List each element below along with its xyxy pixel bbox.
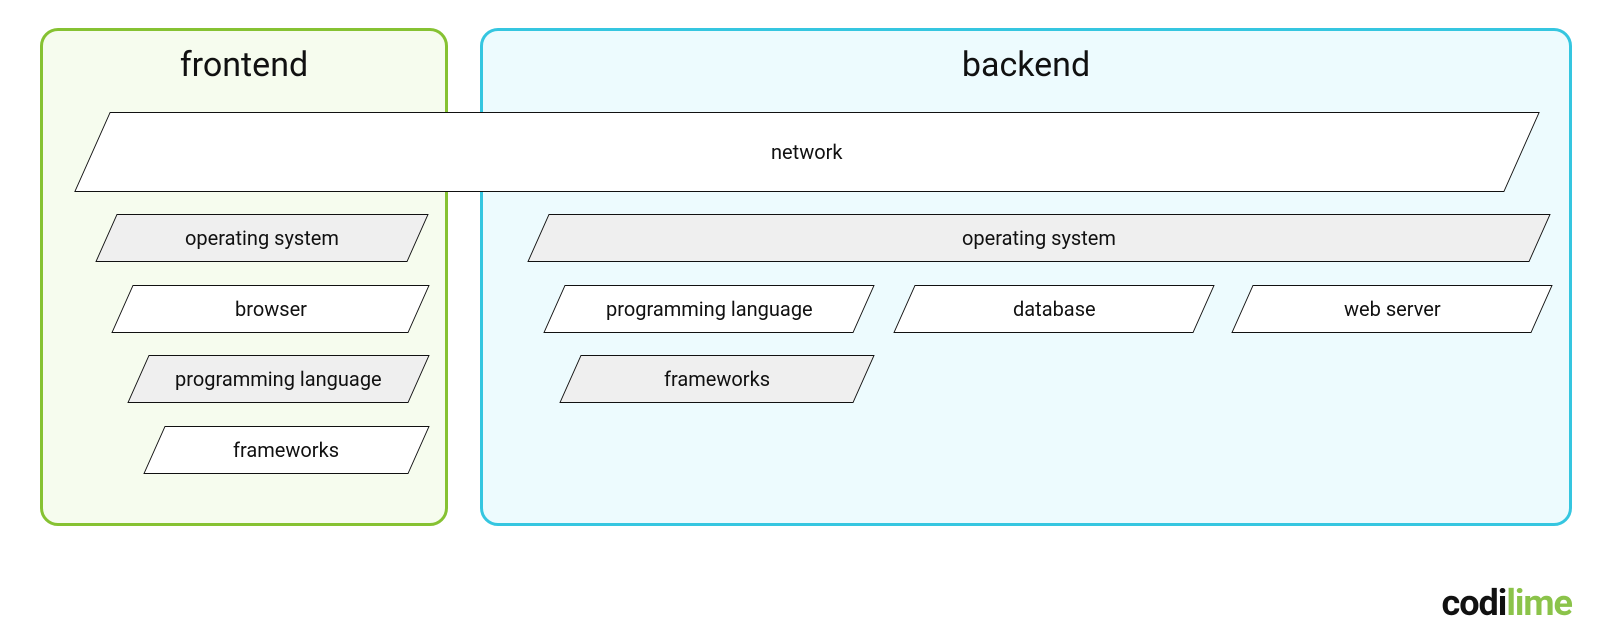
frontend-browser-layer: browser: [111, 285, 429, 333]
backend-os-layer: operating system: [527, 214, 1550, 262]
backend-web-label: web server: [1344, 297, 1441, 321]
backend-title: backend: [483, 45, 1569, 85]
frontend-os-label: operating system: [185, 226, 339, 250]
backend-db-label: database: [1013, 297, 1096, 321]
network-label: network: [771, 140, 843, 164]
codilime-logo: codilime: [1441, 582, 1572, 624]
frontend-os-layer: operating system: [95, 214, 428, 262]
backend-lang-label: programming language: [606, 297, 813, 321]
frontend-browser-label: browser: [235, 297, 307, 321]
frontend-fw-label: frameworks: [233, 438, 339, 462]
backend-fw-label: frameworks: [664, 367, 770, 391]
backend-panel: backend: [480, 28, 1572, 526]
frontend-lang-label: programming language: [175, 367, 382, 391]
backend-os-label: operating system: [962, 226, 1116, 250]
logo-codi: codi: [1441, 582, 1506, 624]
frontend-lang-layer: programming language: [127, 355, 429, 403]
network-layer: network: [74, 112, 1540, 192]
backend-fw-layer: frameworks: [559, 355, 874, 403]
backend-web-layer: web server: [1231, 285, 1552, 333]
frontend-title: frontend: [43, 45, 445, 85]
backend-lang-layer: programming language: [543, 285, 874, 333]
backend-db-layer: database: [893, 285, 1214, 333]
logo-lime: lime: [1506, 582, 1572, 624]
frontend-fw-layer: frameworks: [143, 426, 429, 474]
